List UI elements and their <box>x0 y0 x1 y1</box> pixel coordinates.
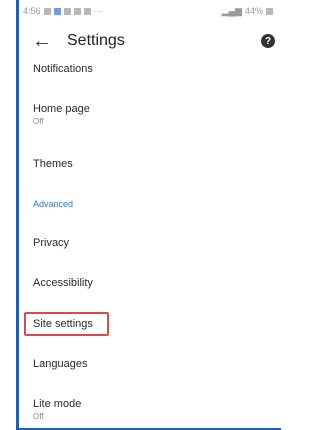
battery-icon <box>266 7 273 15</box>
settings-item-privacy[interactable]: Privacy <box>33 237 69 249</box>
notification-icon <box>43 7 51 15</box>
settings-item-label: Home page <box>33 103 90 115</box>
settings-item-languages[interactable]: Languages <box>33 358 87 370</box>
status-left: 4:56 ··· <box>23 6 103 16</box>
settings-item-lite-mode[interactable]: Lite mode Off <box>33 398 81 421</box>
section-header-advanced: Advanced <box>33 199 74 209</box>
help-circle-icon: ? <box>264 35 272 47</box>
help-button[interactable]: ? <box>261 34 275 48</box>
frame-left-edge <box>16 0 19 430</box>
settings-item-label: Accessibility <box>33 277 93 289</box>
settings-item-value: Off <box>33 117 44 126</box>
app-bar: ← Settings ? <box>19 22 281 60</box>
arrow-left-icon: ← <box>32 29 52 52</box>
settings-item-themes[interactable]: Themes <box>33 158 73 170</box>
signal-icon: ▂▄▆ <box>221 5 242 16</box>
settings-item-label: Lite mode <box>33 398 82 410</box>
image-icon <box>83 7 91 15</box>
battery-percent: 44% <box>244 6 263 16</box>
settings-item-value: Off <box>33 412 44 421</box>
back-button[interactable]: ← <box>27 26 57 56</box>
status-bar: 4:56 ··· ▂▄▆ 44% <box>19 0 281 22</box>
page-title: Settings <box>67 32 125 49</box>
highlight-box-site-settings <box>24 312 109 336</box>
settings-item-label: Notifications <box>33 63 93 75</box>
settings-item-label: Languages <box>33 358 88 370</box>
status-time: 4:56 <box>23 6 41 16</box>
settings-item-home-page[interactable]: Home page Off <box>33 103 90 126</box>
app-notification-icon <box>53 7 61 15</box>
mail-icon <box>73 7 81 15</box>
phone-screen: 4:56 ··· ▂▄▆ 44% ← Settings ? Notificati… <box>0 0 281 430</box>
settings-item-label: Themes <box>33 158 73 170</box>
settings-item-notifications[interactable]: Notifications <box>33 63 93 75</box>
message-icon <box>63 7 71 15</box>
settings-item-label: Privacy <box>33 237 70 249</box>
status-right: ▂▄▆ 44% <box>222 6 273 17</box>
more-notifications-icon: ··· <box>93 6 103 16</box>
settings-item-accessibility[interactable]: Accessibility <box>33 277 93 289</box>
